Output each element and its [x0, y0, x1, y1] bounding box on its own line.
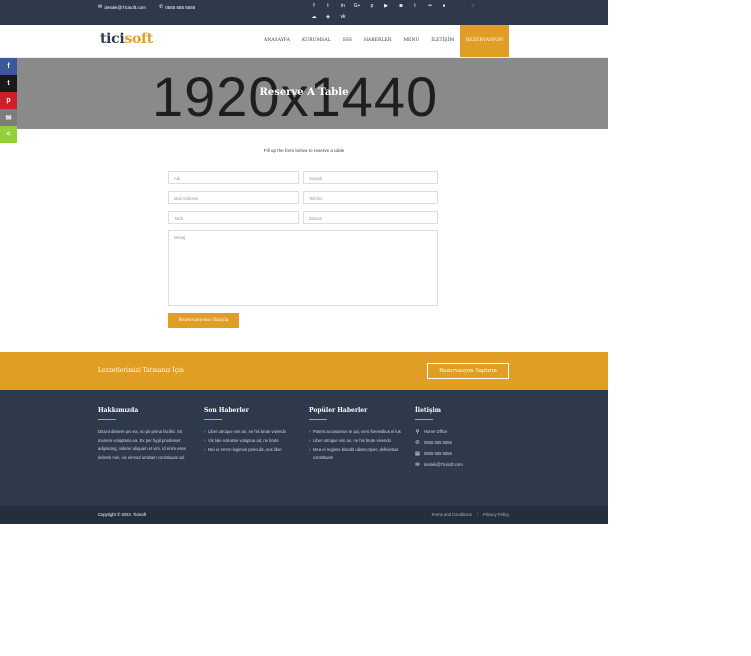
- footer-address-text: Home Office: [424, 429, 448, 434]
- nav-item-sss[interactable]: SSS: [337, 25, 358, 57]
- phone-icon: ✆: [415, 439, 420, 446]
- footer-popular-item[interactable]: Putent accusamus te qui, vero forensibus…: [309, 428, 407, 436]
- reddit-icon[interactable]: ●: [440, 3, 448, 9]
- share-email-icon[interactable]: ✉: [0, 109, 17, 126]
- logo-part1: tici: [100, 31, 125, 47]
- share-bar: f t p ✉ <: [0, 58, 17, 143]
- cta-reservation-button[interactable]: Rezervasyon Yaptırın: [427, 363, 509, 379]
- logo-part2: soft: [124, 31, 153, 47]
- top-bar: ✉ destek@Ticisoft.com ✆ 0555 555 5555 f …: [0, 0, 608, 25]
- footer-news-item[interactable]: Liber utroque vim an, ne his brute viven…: [204, 428, 302, 436]
- twitter-icon[interactable]: t: [324, 3, 332, 9]
- dropbox-icon[interactable]: ◈: [324, 14, 332, 20]
- legal-links: Terms and Conditions | Privacy Policy: [431, 512, 509, 517]
- nav-item-haberler[interactable]: HABERLER: [358, 25, 397, 57]
- footer-about-title: Hakkımızda: [98, 407, 139, 414]
- surname-input[interactable]: Soyadı: [303, 171, 438, 184]
- footer-popular: Popüler Haberler Putent accusamus te qui…: [309, 407, 407, 463]
- footer-phone[interactable]: ✆ 0555 555 5555: [415, 439, 513, 446]
- footer-news: Son Haberler Liber utroque vim an, ne hi…: [204, 407, 302, 455]
- map-marker-icon: ⚲: [415, 428, 420, 435]
- topbar-phone-text: 0555 555 5555: [165, 4, 196, 10]
- bottom-bar: Copyright © 2023. Ticisoft Terms and Con…: [0, 506, 608, 524]
- footer-divider: [204, 419, 222, 420]
- email-input[interactable]: Mail Address: [168, 191, 299, 204]
- topbar-phone[interactable]: ✆ 0555 555 5555: [159, 4, 195, 10]
- whatsapp-icon[interactable]: ◌: [469, 3, 477, 9]
- nav-item-menu[interactable]: MENU: [397, 25, 425, 57]
- footer-fax-text: 0555 555 5555: [424, 451, 452, 456]
- vk-icon[interactable]: vk: [339, 14, 347, 20]
- pinterest-icon[interactable]: p: [368, 3, 376, 9]
- share-facebook-icon[interactable]: f: [0, 58, 17, 75]
- footer-email-text: destek@Ticisoft.com: [424, 462, 463, 467]
- terms-link[interactable]: Terms and Conditions: [431, 512, 472, 517]
- message-textarea[interactable]: Mesaj: [168, 230, 438, 306]
- footer-address: ⚲ Home Office: [415, 428, 513, 435]
- nav-item-kurumsal[interactable]: KURUMSAL: [296, 25, 337, 57]
- facebook-icon[interactable]: f: [310, 3, 318, 9]
- footer-divider: [309, 419, 327, 420]
- fax-icon: ▤: [415, 450, 420, 457]
- form-intro: Fill up the form below to reserve a tabl…: [263, 148, 345, 153]
- footer-email[interactable]: ✉ destek@Ticisoft.com: [415, 461, 513, 468]
- youtube-icon[interactable]: ▶: [382, 3, 390, 9]
- share-more-icon[interactable]: <: [0, 126, 17, 143]
- footer-news-item[interactable]: Mei ut errem legimus periculis, eos libe…: [204, 446, 302, 454]
- footer-phone-text: 0555 555 5555: [424, 440, 452, 445]
- nav-item-rezervasyon[interactable]: REZERVASYON: [460, 25, 509, 57]
- footer-popular-title: Popüler Haberler: [309, 407, 368, 414]
- tumblr-icon[interactable]: t: [411, 3, 419, 9]
- instagram-icon[interactable]: ◙: [397, 3, 405, 9]
- name-input[interactable]: Adı: [168, 171, 299, 184]
- time-input[interactable]: Zaman: [303, 211, 438, 224]
- page-title: Reserve A Table: [259, 87, 349, 98]
- submit-reservation-button[interactable]: Rezervasyonu Onayla: [168, 313, 239, 328]
- envelope-icon: ✉: [98, 4, 103, 10]
- privacy-link[interactable]: Privacy Policy: [483, 512, 509, 517]
- linkedin-icon[interactable]: in: [339, 3, 347, 9]
- google-plus-icon[interactable]: G+: [353, 3, 361, 9]
- footer-fax: ▤ 0555 555 5555: [415, 450, 513, 457]
- footer-popular-item[interactable]: Liber utroque vim an, ne his brute viven…: [309, 437, 407, 445]
- footer-contact-title: İletişim: [415, 407, 441, 414]
- topbar-email-text: destek@Ticisoft.com: [104, 4, 146, 10]
- footer-popular-item[interactable]: Mea ei regione blandit ullamcorper, defi…: [309, 446, 407, 462]
- share-pinterest-icon[interactable]: p: [0, 92, 17, 109]
- footer-divider: [415, 419, 433, 420]
- share-twitter-icon[interactable]: t: [0, 75, 17, 92]
- cta-band: Lezzetlerimizi Tatmanız İçin Rezervasyon…: [0, 352, 608, 390]
- footer-about-text: Dicunt dissere pro ea, no pri prima faci…: [98, 429, 186, 460]
- footer-about: Hakkımızda Dicunt dissere pro ea, no pri…: [98, 407, 196, 462]
- envelope-icon: ✉: [415, 461, 420, 468]
- nav-item-iletisim[interactable]: İLETİŞİM: [425, 25, 460, 57]
- copyright-text: Copyright © 2023. Ticisoft: [98, 512, 147, 517]
- site-logo[interactable]: ticisoft: [100, 31, 153, 47]
- site-footer: Hakkımızda Dicunt dissere pro ea, no pri…: [0, 390, 608, 506]
- soundcloud-icon[interactable]: ☁: [310, 14, 318, 20]
- phone-icon: ✆: [159, 4, 164, 10]
- cta-text: Lezzetlerimizi Tatmanız İçin: [98, 367, 184, 374]
- topbar-email[interactable]: ✉ destek@Ticisoft.com: [98, 4, 146, 10]
- site-header: ticisoft ANASAYFA KURUMSAL SSS HABERLER …: [0, 25, 608, 58]
- phone-input[interactable]: Telefon: [303, 191, 438, 204]
- main-nav: ANASAYFA KURUMSAL SSS HABERLER MENU İLET…: [258, 25, 509, 57]
- nav-item-anasayfa[interactable]: ANASAYFA: [258, 25, 296, 57]
- footer-divider: [98, 419, 116, 420]
- footer-contact: İletişim ⚲ Home Office ✆ 0555 555 5555 ▤…: [415, 407, 513, 472]
- flickr-icon[interactable]: ••: [426, 3, 434, 9]
- link-separator: |: [476, 512, 478, 517]
- page-hero: 1920x1440 Reserve A Table: [0, 58, 608, 129]
- footer-news-title: Son Haberler: [204, 407, 249, 414]
- footer-news-item[interactable]: Vix tale noluisse voluptua ad, ne brute: [204, 437, 302, 445]
- date-input[interactable]: Tarih: [168, 211, 299, 224]
